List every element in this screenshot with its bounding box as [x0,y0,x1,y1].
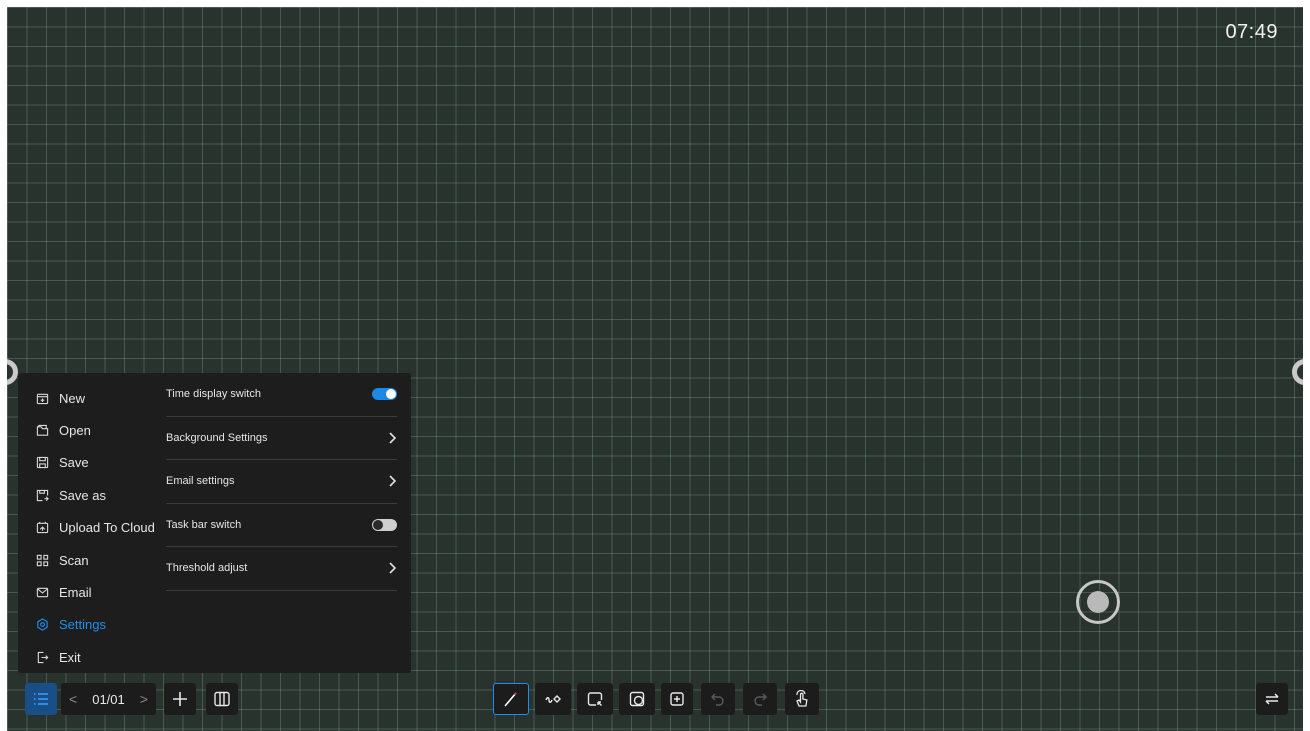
toggle-knob [386,389,396,400]
menu-item-label: Upload To Cloud [59,520,155,536]
add-insert-icon [670,692,684,706]
shape-icon [629,691,645,707]
menu-item-email[interactable]: Email [18,576,158,608]
clock-display: 07:49 [1225,21,1278,43]
new-file-icon [36,393,49,404]
save-as-icon [36,489,49,502]
page-overview-button[interactable] [206,683,238,715]
menu-item-exit[interactable]: Exit [18,641,158,673]
menu-item-upload-to-cloud[interactable]: Upload To Cloud [18,512,158,544]
floating-assistive-ball[interactable] [1076,580,1120,624]
add-page-button[interactable] [164,683,196,715]
switch-toolbar-side-button[interactable] [1256,683,1288,715]
list-menu-icon [34,693,48,705]
setting-label: Email settings [166,475,235,488]
chevron-right-icon [389,562,397,574]
cloud-upload-icon [36,522,49,534]
redo-button[interactable] [743,683,777,715]
open-folder-icon [36,424,49,436]
next-page-button[interactable]: > [140,691,148,707]
undo-icon [711,693,724,706]
right-edge-handle[interactable] [1292,359,1303,385]
setting-task-bar-switch[interactable]: Task bar switch [166,504,397,547]
setting-label: Task bar switch [166,518,242,531]
shape-tool-button[interactable] [619,683,655,715]
select-icon [587,692,603,706]
save-icon [36,457,49,469]
setting-background-settings[interactable]: Background Settings [166,417,397,460]
setting-label: Background Settings [166,431,268,444]
exit-icon [37,651,49,663]
eraser-icon [545,695,561,703]
menu-toggle-button[interactable] [25,683,57,715]
eraser-tool-button[interactable] [535,683,571,715]
floating-ball-dot [1087,591,1109,613]
select-tool-button[interactable] [577,683,613,715]
chevron-right-icon [389,475,397,487]
toggle-knob [373,519,383,530]
menu-item-save[interactable]: Save [18,447,158,479]
setting-label: Time display switch [166,388,261,401]
main-menu-panel: New Open Save Save as Upload To Cloud Sc… [18,373,411,673]
menu-item-label: Exit [59,649,81,665]
menu-list: New Open Save Save as Upload To Cloud Sc… [18,373,158,673]
pen-icon [504,692,517,707]
menu-item-save-as[interactable]: Save as [18,479,158,511]
menu-item-open[interactable]: Open [18,414,158,446]
settings-submenu: Time display switch Background Settings … [158,373,411,673]
gesture-tool-button[interactable] [785,683,819,715]
left-edge-handle[interactable] [7,359,18,385]
task-bar-toggle[interactable] [372,518,397,531]
time-display-toggle[interactable] [372,388,397,401]
menu-item-settings[interactable]: Settings [18,609,158,641]
setting-email-settings[interactable]: Email settings [166,460,397,504]
setting-label: Threshold adjust [166,562,248,575]
redo-icon [754,693,767,706]
menu-item-label: Open [59,423,91,439]
page-navigator: < 01/01 > [61,683,156,715]
menu-item-scan[interactable]: Scan [18,544,158,576]
undo-button[interactable] [701,683,735,715]
menu-item-label: Save as [59,487,106,503]
setting-time-display-switch[interactable]: Time display switch [166,373,397,417]
menu-item-label: Scan [59,552,89,568]
menu-item-label: Email [59,585,92,601]
swap-arrows-icon [1265,693,1279,705]
chevron-right-icon [389,432,397,444]
menu-item-label: Save [59,455,89,471]
menu-item-label: New [59,390,86,406]
pages-grid-icon [214,691,230,707]
gesture-icon [796,690,808,707]
prev-page-button[interactable]: < [69,691,77,707]
plus-icon [173,692,187,706]
insert-tool-button[interactable] [661,683,693,715]
email-icon [36,587,49,598]
setting-threshold-adjust[interactable]: Threshold adjust [166,547,397,591]
menu-item-label: Settings [59,617,106,633]
gear-icon [37,618,48,632]
qr-scan-icon [36,554,49,566]
menu-item-new[interactable]: New [18,382,158,414]
pen-tool-button[interactable] [493,683,529,715]
page-indicator: 01/01 [92,691,125,707]
